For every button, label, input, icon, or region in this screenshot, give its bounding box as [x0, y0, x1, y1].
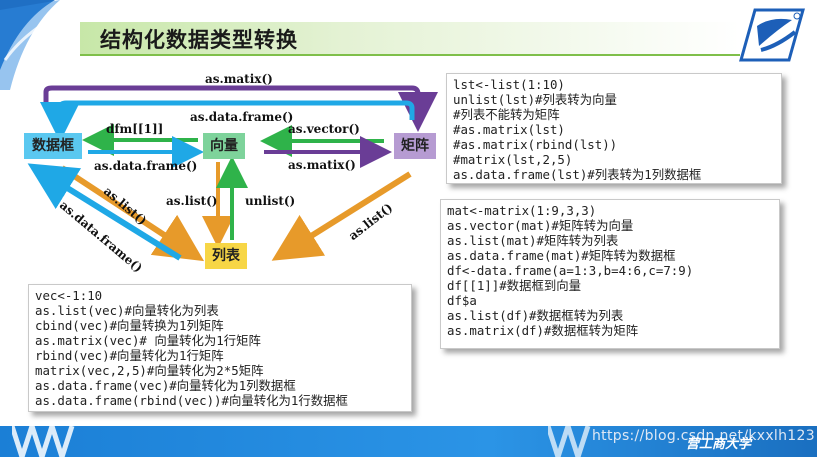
code-line: matrix(vec,2,5)#向量转化为2*5矩阵 — [35, 363, 264, 378]
code-line: #matrix(lst,2,5) — [453, 152, 573, 167]
code-line: df[[1]]#数据框到向量 — [447, 278, 582, 293]
code-line: rbind(vec)#向量转化为1行矩阵 — [35, 348, 224, 363]
node-list: 列表 — [205, 243, 247, 269]
label-as-data-frame-top: as.data.frame() — [190, 110, 294, 124]
label-unlist: unlist() — [245, 194, 296, 208]
label-vec-to-df: as.data.frame() — [94, 159, 198, 173]
label-dfm: dfm[[1]] — [106, 122, 164, 136]
code-line: as.vector(mat)#矩阵转为向量 — [447, 218, 634, 233]
node-matrix: 矩阵 — [394, 133, 436, 159]
code-line: df<-data.frame(a=1:3,b=4:6,c=7:9) — [447, 263, 694, 278]
label-as-list-vec: as.list() — [166, 194, 218, 208]
slide: 结构化数据类型转换 数据框 向量 矩阵 列表 as.matix() as.dat… — [0, 0, 817, 457]
code-line: as.list(df)#数据框转为列表 — [447, 308, 624, 323]
code-line: as.matrix(vec)# 向量转化为1行矩阵 — [35, 333, 261, 348]
code-panel-matrix-df: mat<-matrix(1:9,3,3) as.vector(mat)#矩阵转为… — [440, 199, 780, 349]
code-line: cbind(vec)#向量转换为1列矩阵 — [35, 318, 224, 333]
code-line: as.list(vec)#向量转化为列表 — [35, 303, 219, 318]
code-line: unlist(lst)#列表转为向量 — [453, 92, 617, 107]
code-line: mat<-matrix(1:9,3,3) — [447, 203, 597, 218]
code-line: as.data.frame(lst)#列表转为1列数据框 — [453, 167, 702, 182]
node-vector: 向量 — [203, 133, 245, 159]
code-line: as.list(mat)#矩阵转为列表 — [447, 233, 619, 248]
code-line: vec<-1:10 — [35, 288, 103, 303]
code-line: lst<-list(1:10) — [453, 77, 565, 92]
code-line: #as.matrix(rbind(lst)) — [453, 137, 618, 152]
label-as-matix: as.matix() — [288, 158, 356, 172]
label-as-matix-top: as.matix() — [205, 72, 273, 86]
footer-wave-icon — [12, 426, 75, 457]
arrow-df-to-matrix — [43, 85, 438, 132]
code-line: #列表不能转为矩阵 — [453, 107, 560, 122]
label-as-vector: as.vector() — [288, 122, 360, 136]
code-line: df$a — [447, 293, 477, 308]
code-line: #as.matrix(lst) — [453, 122, 565, 137]
code-line: as.matrix(df)#数据框转为矩阵 — [447, 323, 639, 338]
code-line: as.data.frame(vec)#向量转化为1列数据框 — [35, 378, 296, 393]
code-line: as.data.frame(rbind(vec))#向量转化为1行数据框 — [35, 393, 348, 408]
code-line: as.data.frame(mat)#矩阵转为数据框 — [447, 248, 676, 263]
school-name: 营工商大学 — [686, 437, 752, 452]
code-panel-list: lst<-list(1:10) unlist(lst)#列表转为向量 #列表不能… — [446, 73, 782, 184]
code-panel-vector: vec<-1:10 as.list(vec)#向量转化为列表 cbind(vec… — [28, 284, 412, 412]
node-data-frame: 数据框 — [24, 133, 82, 159]
